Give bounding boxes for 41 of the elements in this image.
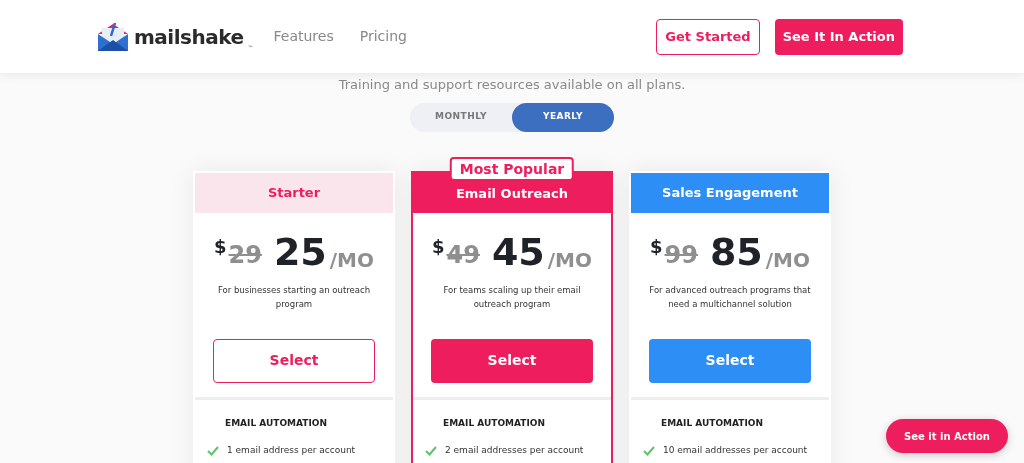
plan-description: For businesses starting an outreach program: [216, 283, 372, 311]
plan-description: For teams scaling up their email outreach program: [442, 283, 582, 311]
old-price: 49: [446, 239, 480, 271]
price-period: /MO: [765, 246, 810, 274]
old-price: 29: [228, 239, 262, 271]
currency-symbol: $: [213, 234, 227, 259]
price: 25: [273, 230, 327, 273]
nav-link[interactable]: Features: [273, 26, 334, 47]
price: 45: [491, 230, 545, 273]
plan-name: Email Outreach: [455, 184, 569, 203]
billing-option[interactable]: MONTHLY: [410, 102, 512, 132]
feature-text: 10 email addresses per account: [663, 444, 808, 457]
check-icon: [425, 445, 437, 456]
currency-symbol: $: [431, 234, 445, 259]
billing-option[interactable]: YEARLY: [512, 102, 614, 132]
check-icon: [207, 445, 219, 456]
get-started-button[interactable]: Get Started: [656, 18, 760, 55]
nav-link[interactable]: Pricing: [359, 26, 407, 47]
currency-symbol: $: [649, 234, 663, 259]
feature-text: 1 email address per account: [227, 444, 356, 457]
brand-logo-text[interactable]: mailshake: [134, 21, 244, 52]
envelope-logo-icon: [96, 21, 130, 52]
feature-section-title: EMAIL AUTOMATION: [225, 416, 328, 430]
see-it-in-action-button[interactable]: See it in Action: [886, 419, 1008, 453]
check-icon: [643, 445, 655, 456]
feature-text: 2 email addresses per account: [445, 444, 584, 457]
old-price: 99: [664, 239, 698, 271]
most-popular-badge: Most Popular: [449, 156, 575, 181]
select-button[interactable]: Select: [431, 338, 593, 383]
see-it-in-action-button[interactable]: See It In Action: [774, 18, 903, 55]
select-button[interactable]: Select: [649, 338, 811, 383]
intro-text: Training and support resources available on all plans.: [338, 76, 686, 94]
select-button[interactable]: Select: [213, 338, 375, 383]
plan-name: Starter: [267, 183, 321, 202]
price-period: /MO: [547, 246, 592, 274]
price: 85: [709, 230, 763, 273]
feature-section-title: EMAIL AUTOMATION: [443, 416, 546, 430]
plan-description: For advanced outreach programs that need a multichannel solution: [648, 283, 812, 311]
plan-name: Sales Engagement: [662, 183, 798, 202]
price-period: /MO: [329, 246, 374, 274]
feature-section-title: EMAIL AUTOMATION: [661, 416, 764, 430]
